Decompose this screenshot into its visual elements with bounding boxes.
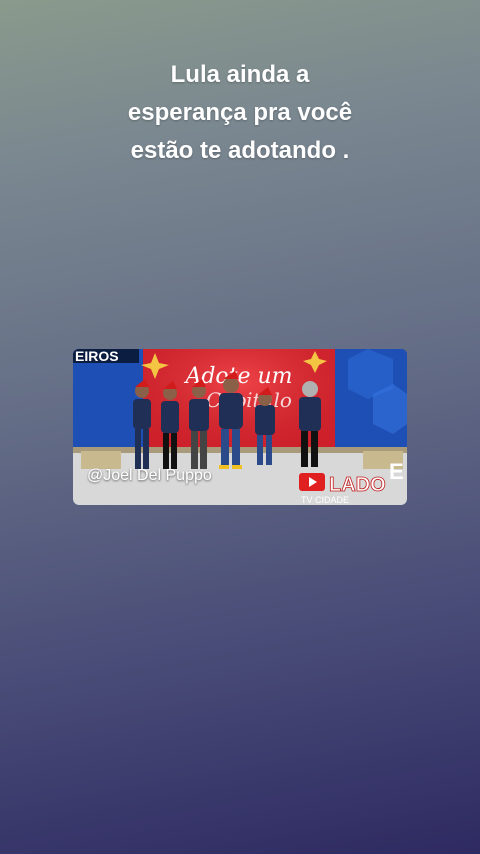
caption-line-1: Lula ainda a [170,61,310,88]
video-thumbnail[interactable]: Adote um Capitulo EIROS LADO E TV CIDADE… [73,349,407,505]
story-caption: Lula ainda a esperança pra você estão te… [0,56,480,170]
sign-text-2: Capitulo [206,388,292,412]
corner-text: EIROS [75,349,119,364]
caption-line-3: estão te adotando . [130,137,350,164]
logo-letter: E [389,459,404,484]
watermark-handle: @Joel Del Puppo [87,467,212,484]
caption-line-2: esperança pra você [127,99,353,126]
logo-sub: TV CIDADE [301,495,349,505]
logo-text: LADO [329,474,386,496]
